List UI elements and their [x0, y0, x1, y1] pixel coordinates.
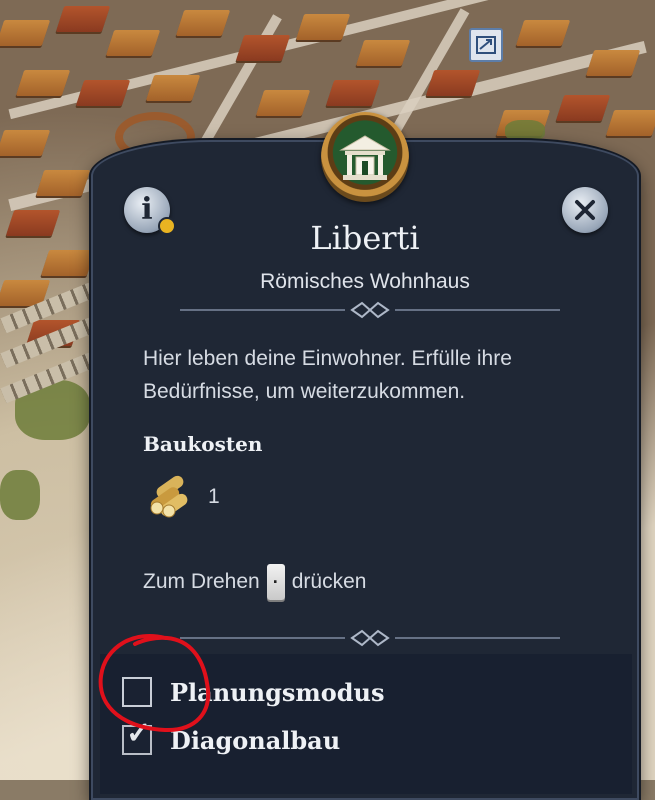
ornament-divider-bottom — [180, 629, 560, 647]
option-planning-mode[interactable]: Planungsmodus — [122, 677, 385, 707]
diagonal-build-checkbox[interactable]: ✓ — [122, 719, 152, 755]
house-emblem-icon — [321, 112, 409, 202]
map-marker-icon[interactable] — [469, 28, 503, 62]
rotate-hint-before: Zum Drehen — [143, 570, 260, 593]
cost-value: 1 — [208, 485, 220, 508]
checkmark-icon: ✓ — [126, 716, 152, 751]
planning-mode-label: Planungsmodus — [170, 677, 385, 707]
option-diagonal-build[interactable]: ✓ Diagonalbau — [122, 719, 341, 755]
building-subtitle: Römisches Wohnhaus — [260, 270, 470, 293]
ornament-divider — [180, 301, 560, 319]
diagonal-build-label: Diagonalbau — [170, 725, 341, 755]
options-section — [100, 654, 632, 794]
planning-mode-checkbox[interactable] — [122, 677, 152, 707]
rotate-hint-after: drücken — [291, 570, 367, 593]
rotate-hint: Zum Drehen · drücken — [143, 564, 366, 600]
close-icon — [575, 200, 595, 220]
cost-label: Baukosten — [143, 432, 263, 456]
building-title: Liberti — [310, 219, 420, 257]
wood-logs-icon — [150, 475, 188, 518]
building-description: Hier leben deine Einwohner. Erfülle ihre… — [143, 347, 512, 403]
rotate-key: · — [266, 564, 285, 600]
